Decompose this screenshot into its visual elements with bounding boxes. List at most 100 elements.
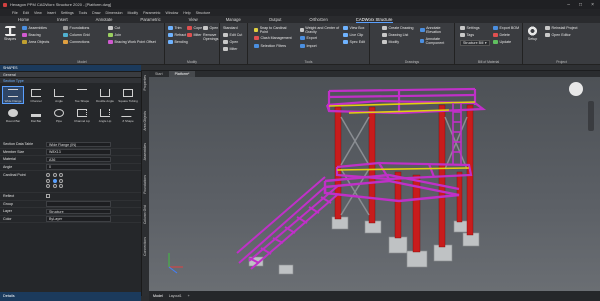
- refract-button[interactable]: Refract: [168, 33, 186, 37]
- material-select[interactable]: A36: [46, 156, 111, 162]
- maximize-icon[interactable]: □: [579, 2, 582, 8]
- shape-angle[interactable]: Angle: [48, 86, 70, 104]
- vtab-assemblies[interactable]: Assemblies: [143, 143, 147, 160]
- details-bar[interactable]: Details: [0, 292, 141, 301]
- shape-tee[interactable]: Tee Shape: [71, 86, 93, 104]
- annotate-component-button[interactable]: Annotate Component: [420, 37, 454, 45]
- menu-view[interactable]: View: [34, 11, 42, 15]
- color-select[interactable]: ByLayer: [46, 216, 111, 222]
- assemblies-button[interactable]: Assemblies: [22, 26, 47, 30]
- close-icon[interactable]: ×: [591, 2, 594, 8]
- cardinal-point[interactable]: [59, 184, 63, 188]
- vtab-connections[interactable]: Connections: [143, 237, 147, 256]
- member-size-select[interactable]: W8X13: [46, 149, 111, 155]
- model-tab[interactable]: Model: [153, 294, 163, 298]
- join-button[interactable]: Join: [108, 33, 121, 37]
- shapes-button[interactable]: Shapes: [4, 26, 16, 41]
- shape-pipe[interactable]: Pipe: [48, 106, 70, 124]
- cardinal-point[interactable]: [59, 178, 63, 183]
- tags-button[interactable]: Tags: [460, 33, 474, 37]
- bom-type-select[interactable]: Structure Bill ▾: [460, 40, 490, 46]
- spec-edit-button[interactable]: Spec Edit: [343, 40, 365, 44]
- menu-tools[interactable]: Tools: [79, 11, 87, 15]
- view-box-button[interactable]: View Box: [343, 26, 364, 30]
- shape-z[interactable]: Z Shape: [117, 106, 139, 124]
- cut-button[interactable]: Cut: [108, 26, 120, 30]
- snap-cardinal-button[interactable]: Snap to Cardinal Point: [254, 26, 290, 34]
- selection-filters-button[interactable]: Selection Filters: [254, 44, 286, 48]
- cardinal-point-picker[interactable]: [46, 173, 64, 188]
- remove-openings-button[interactable]: Remove Openings: [203, 33, 219, 41]
- menu-structure[interactable]: Structure: [196, 11, 211, 15]
- standard-button[interactable]: Standard: [223, 26, 238, 30]
- live-clip-button[interactable]: Live Clip: [343, 33, 363, 37]
- shape-square-tubing[interactable]: Square Tubing: [117, 86, 139, 104]
- export-button[interactable]: Export: [300, 36, 317, 40]
- area-objects-button[interactable]: Area Objects: [22, 40, 49, 44]
- vtab-properties[interactable]: Properties: [143, 75, 147, 90]
- trim-button[interactable]: Trim: [168, 26, 182, 30]
- vtab-foundations[interactable]: Foundations: [143, 175, 147, 194]
- shape-flat-bar[interactable]: Flat Bar: [25, 106, 47, 124]
- shape-wide-flange[interactable]: Wide Flange: [2, 86, 24, 104]
- cardinal-point[interactable]: [59, 173, 63, 177]
- tab-view[interactable]: View: [189, 17, 198, 22]
- tab-parametric[interactable]: Parametric: [140, 17, 160, 22]
- tab-cadworx-structure[interactable]: CADWorx Structure: [355, 17, 393, 23]
- export-bom-button[interactable]: Export BOM: [493, 26, 519, 30]
- menu-window[interactable]: Window: [165, 11, 178, 15]
- menu-edit[interactable]: Edit: [23, 11, 29, 15]
- drawing-list-button[interactable]: Drawing List: [382, 33, 408, 37]
- bending-button[interactable]: Bending: [168, 40, 188, 44]
- minimize-icon[interactable]: –: [567, 2, 570, 8]
- section-table-select[interactable]: Wide Flange (IN): [46, 141, 111, 147]
- group-select[interactable]: [46, 201, 111, 207]
- delete-button[interactable]: Delete: [493, 33, 510, 37]
- shape-double-angle[interactable]: Double Angle: [94, 86, 116, 104]
- tab-home[interactable]: Home: [18, 17, 29, 22]
- cardinal-point[interactable]: [46, 184, 50, 188]
- menu-insert[interactable]: Insert: [47, 11, 56, 15]
- menu-dimension[interactable]: Dimension: [106, 11, 123, 15]
- cardinal-point[interactable]: [52, 173, 57, 177]
- angle-input[interactable]: 0: [46, 164, 111, 170]
- bom-settings-button[interactable]: Settings: [460, 26, 480, 30]
- add-layout-button[interactable]: +: [188, 294, 190, 298]
- layout1-tab[interactable]: Layout1: [169, 294, 182, 298]
- clash-management-button[interactable]: Clash Management: [254, 36, 292, 40]
- tab-output[interactable]: Output: [269, 17, 282, 22]
- edit-cut-button[interactable]: Edit Cut: [223, 33, 242, 37]
- update-button[interactable]: Update: [493, 40, 511, 44]
- menu-parametric[interactable]: Parametric: [143, 11, 160, 15]
- bracing-button[interactable]: Bracing: [22, 33, 41, 37]
- cardinal-point[interactable]: [46, 173, 50, 177]
- tab-orthogen[interactable]: OrthoGen: [309, 17, 327, 22]
- layer-select[interactable]: Structure: [46, 208, 111, 214]
- navigation-bar[interactable]: [588, 101, 594, 131]
- weight-cog-button[interactable]: Weight and Center of Gravity: [300, 26, 340, 34]
- cope-button[interactable]: Cope: [187, 26, 202, 30]
- miter2-button[interactable]: Miter: [223, 47, 238, 51]
- menu-file[interactable]: File: [12, 11, 18, 15]
- open-editor-button[interactable]: Open Editor: [545, 33, 571, 37]
- miter-button[interactable]: Miter: [187, 33, 202, 37]
- menu-settings[interactable]: Settings: [61, 11, 74, 15]
- vtab-area-objects[interactable]: Area Objects: [143, 111, 147, 131]
- drawing-modify-button[interactable]: Modify: [382, 40, 399, 44]
- shape-round-bar[interactable]: Round Bar: [2, 106, 24, 124]
- cardinal-point-selected[interactable]: [52, 178, 57, 183]
- menu-modify[interactable]: Modify: [128, 11, 139, 15]
- tab-insert[interactable]: Insert: [57, 17, 67, 22]
- shape-angle-lip[interactable]: Angle Lip: [94, 106, 116, 124]
- create-drawing-button[interactable]: Create Drawing: [382, 26, 413, 30]
- foundations-button[interactable]: Foundations: [63, 26, 89, 30]
- annotate-elevation-button[interactable]: Annotate Elevation: [420, 26, 454, 34]
- shape-channel[interactable]: Channel: [25, 86, 47, 104]
- vtab-column-grid[interactable]: Column Grid: [143, 205, 147, 224]
- drawing-viewport[interactable]: [149, 77, 600, 291]
- bracing-work-point-offset-button[interactable]: Bracing Work Point Offset: [108, 40, 158, 44]
- setup-button[interactable]: Setup: [527, 26, 538, 41]
- connections-button[interactable]: Connections: [63, 40, 89, 44]
- tab-annotate[interactable]: Annotate: [96, 17, 113, 22]
- open2-button[interactable]: Open: [223, 40, 238, 44]
